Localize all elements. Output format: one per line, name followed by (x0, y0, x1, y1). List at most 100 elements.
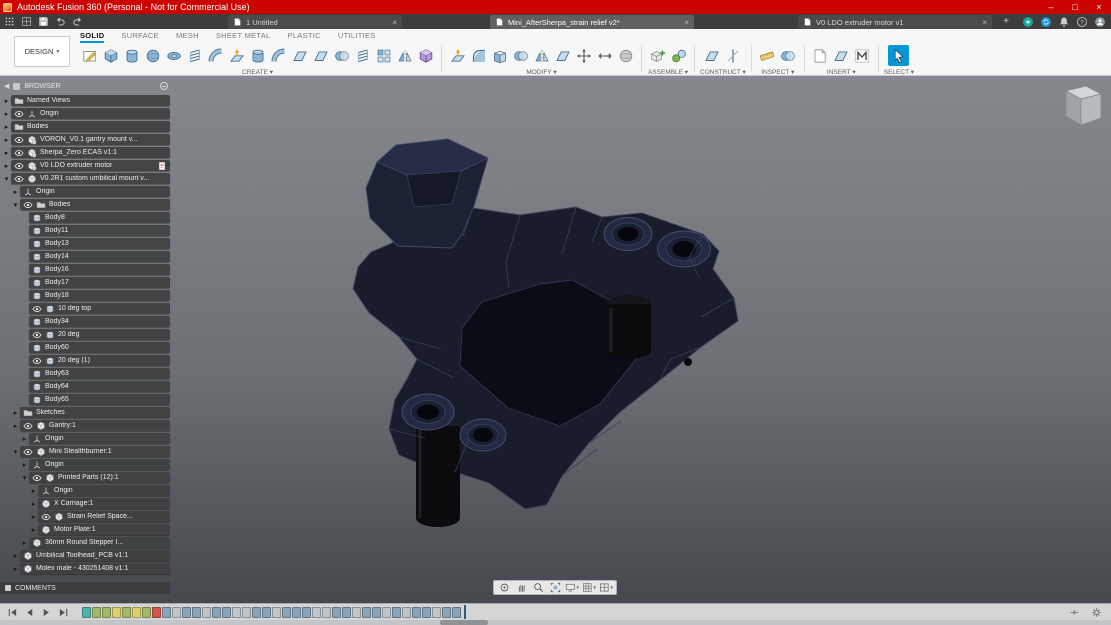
caret-right-icon[interactable]: ▸ (11, 409, 20, 417)
toolbar-group-label[interactable]: INSPECT ▾ (761, 68, 794, 76)
timeline-feature-icon[interactable] (362, 607, 371, 618)
caret-down-icon[interactable]: ▾ (11, 201, 20, 209)
maximize-button[interactable]: □ (1063, 0, 1087, 14)
visibility-eye-icon[interactable] (14, 109, 24, 119)
browser-item[interactable]: Body11 (2, 224, 170, 237)
offset-plane-icon[interactable] (702, 45, 723, 66)
redo-icon[interactable] (71, 16, 83, 28)
ribbon-tab-utilities[interactable]: UTILITIES (338, 29, 376, 43)
timeline-feature-icon[interactable] (222, 607, 231, 618)
viewports-icon[interactable] (599, 581, 613, 594)
caret-right-icon[interactable]: ▸ (20, 539, 29, 547)
timeline-scrollbar-thumb[interactable] (440, 620, 488, 625)
timeline-feature-icon[interactable] (92, 607, 101, 618)
browser-item[interactable]: ▸Sketches (2, 406, 170, 419)
timeline-feature-icon[interactable] (242, 607, 251, 618)
minimize-button[interactable]: – (1039, 0, 1063, 14)
visibility-eye-icon[interactable] (14, 161, 24, 171)
extrude-icon[interactable] (226, 45, 247, 66)
timeline-feature-icon[interactable] (182, 607, 191, 618)
sweep-icon[interactable] (268, 45, 289, 66)
browser-item[interactable]: Body34 (2, 315, 170, 328)
save-icon[interactable] (37, 16, 49, 28)
timeline-position-marker[interactable] (464, 605, 466, 619)
visibility-eye-icon[interactable] (41, 512, 51, 522)
timeline-feature-icon[interactable] (352, 607, 361, 618)
grid-display-icon[interactable] (582, 581, 596, 594)
create-torus-icon[interactable] (163, 45, 184, 66)
caret-down-icon[interactable]: ▾ (11, 448, 20, 456)
ribbon-tab-mesh[interactable]: MESH (176, 29, 199, 43)
browser-item[interactable]: Body60 (2, 341, 170, 354)
split-body-icon[interactable] (531, 45, 552, 66)
timeline-feature-icon[interactable] (282, 607, 291, 618)
browser-item-pill[interactable]: Body63 (29, 368, 170, 379)
caret-right-icon[interactable]: ▸ (29, 500, 38, 508)
browser-item-pill[interactable]: Origin (29, 459, 170, 470)
undo-icon[interactable] (54, 16, 66, 28)
create-pipe-icon[interactable] (205, 45, 226, 66)
timeline-feature-icon[interactable] (112, 607, 121, 618)
browser-item-pill[interactable]: Mini Stealthburner:1 (20, 446, 170, 457)
create-box-icon[interactable] (100, 45, 121, 66)
browser-item-pill[interactable]: Body18 (29, 290, 170, 301)
caret-right-icon[interactable]: ▸ (29, 487, 38, 495)
browser-item[interactable]: Body17 (2, 276, 170, 289)
caret-right-icon[interactable]: ▸ (2, 110, 11, 118)
browser-item-pill[interactable]: Origin (11, 108, 170, 119)
caret-down-icon[interactable]: ▾ (20, 474, 29, 482)
physical-material-icon[interactable] (615, 45, 636, 66)
move-copy-icon[interactable] (573, 45, 594, 66)
timeline-feature-icon[interactable] (192, 607, 201, 618)
construction-axis-icon[interactable] (723, 45, 744, 66)
browser-item-pill[interactable]: 36mm Round Stepper I... (29, 537, 170, 548)
timeline-feature-icon[interactable] (372, 607, 381, 618)
browser-item-pill[interactable]: Motor Plate:1 (38, 524, 170, 535)
browser-item[interactable]: ▾Mini Stealthburner:1 (2, 445, 170, 458)
browser-item-pill[interactable]: Origin (20, 186, 170, 197)
ribbon-tab-solid[interactable]: SOLID (80, 29, 104, 43)
offset-face-icon[interactable] (552, 45, 573, 66)
browser-item[interactable]: ▸Bodies (2, 120, 170, 133)
go-to-end-icon[interactable] (56, 606, 71, 619)
timeline-feature-icon[interactable] (162, 607, 171, 618)
view-cube[interactable] (1053, 84, 1105, 132)
thread-icon[interactable] (352, 45, 373, 66)
ribbon-tab-surface[interactable]: SURFACE (121, 29, 159, 43)
visibility-eye-icon[interactable] (14, 174, 24, 184)
ribbon-tab-plastic[interactable]: PLASTIC (288, 29, 321, 43)
browser-item[interactable]: ▸Gantry:1 (2, 419, 170, 432)
timeline-feature-icon[interactable] (332, 607, 341, 618)
browser-item[interactable]: ▸Origin (2, 107, 170, 120)
close-tab-icon[interactable]: × (684, 18, 689, 27)
timeline-feature-icon[interactable] (262, 607, 271, 618)
align-icon[interactable] (594, 45, 615, 66)
browser-item[interactable]: ▸Origin (2, 185, 170, 198)
caret-right-icon[interactable]: ▸ (2, 149, 11, 157)
viewport-canvas[interactable]: ◀ BROWSER ▸Named Views▸Origin▸Bodies▸VOR… (0, 76, 1111, 603)
browser-item[interactable]: 20 deg (1) (2, 354, 170, 367)
visibility-eye-icon[interactable] (14, 148, 24, 158)
timeline-feature-icon[interactable] (122, 607, 131, 618)
document-tab[interactable]: Mini_AfterSherpa_strain relief v2*× (490, 15, 694, 29)
browser-item-pill[interactable]: Named Views (11, 95, 170, 106)
visibility-eye-icon[interactable] (32, 304, 42, 314)
browser-item-pill[interactable]: Umbilical Toolhead_PCB v1:1 (20, 550, 170, 561)
ribbon-tab-sheet-metal[interactable]: SHEET METAL (216, 29, 271, 43)
timeline-feature-icon[interactable] (412, 607, 421, 618)
toolbar-group-label[interactable]: CREATE ▾ (242, 68, 273, 76)
browser-item[interactable]: Body8 (2, 211, 170, 224)
browser-item-pill[interactable]: VORON_V0.1 gantry mount v... (11, 134, 170, 145)
caret-right-icon[interactable]: ▸ (20, 461, 29, 469)
timeline-feature-icon[interactable] (142, 607, 151, 618)
browser-item-pill[interactable]: V0.2R1 custom umbilical mount v... (11, 173, 170, 184)
new-sketch-icon[interactable] (79, 45, 100, 66)
browser-item[interactable]: Body64 (2, 380, 170, 393)
mirror-icon[interactable] (394, 45, 415, 66)
browser-item-pill[interactable]: Body34 (29, 316, 170, 327)
caret-right-icon[interactable]: ▸ (29, 513, 38, 521)
browser-item-pill[interactable]: 10 deg top (29, 303, 170, 314)
timeline-feature-icon[interactable] (132, 607, 141, 618)
decal-icon[interactable] (831, 45, 852, 66)
browser-item-pill[interactable]: Origin (29, 433, 170, 444)
